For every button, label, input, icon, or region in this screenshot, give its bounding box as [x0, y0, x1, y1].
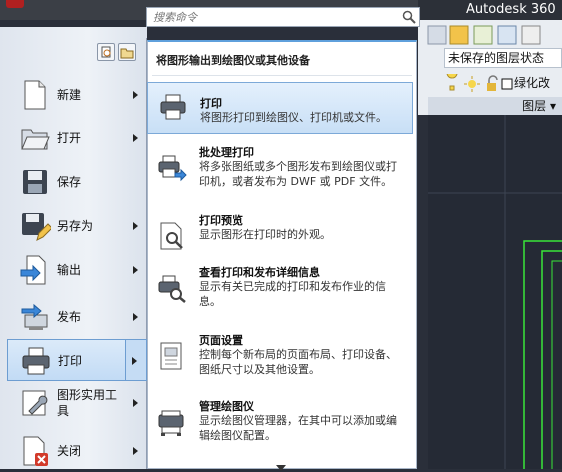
menu-item-plot[interactable]: 打印 — [7, 339, 147, 381]
plot-details-icon — [158, 275, 186, 303]
chevron-right-icon — [133, 134, 138, 142]
search-icon[interactable] — [401, 9, 417, 25]
printer-icon — [22, 347, 50, 375]
ribbon-tab-bar: Autodesk 360 — [418, 0, 562, 20]
search-input[interactable] — [151, 8, 401, 26]
menu-item-drawing-utilities[interactable]: 图形实用工具 — [7, 382, 147, 424]
export-icon — [20, 255, 46, 285]
layer-dropdown[interactable]: 绿化改 — [444, 67, 562, 93]
drawing-content — [428, 115, 562, 469]
layer-state-dropdown[interactable]: 未保存的图层状态 — [444, 48, 562, 68]
menu-item-open[interactable]: 打开 — [7, 117, 147, 159]
chevron-right-icon — [132, 357, 137, 365]
submenu-item-manage-plotters[interactable]: 管理绘图仪 显示绘图仪管理器，在其中可以添加或编辑绘图仪配置。 — [147, 398, 413, 450]
chevron-right-icon — [133, 222, 138, 230]
batch-plot-icon — [158, 155, 187, 182]
publish-icon — [21, 303, 48, 330]
layer-name: 绿化改 — [514, 76, 551, 90]
open-documents-icon[interactable] — [118, 43, 136, 61]
recent-documents-icon[interactable] — [97, 43, 115, 61]
chevron-right-icon — [133, 399, 138, 407]
layer-status-icons — [446, 67, 513, 92]
chevron-right-icon — [133, 447, 138, 455]
page-setup-icon — [160, 342, 182, 370]
chevron-right-icon — [133, 91, 138, 99]
open-folder-icon — [21, 129, 50, 150]
submenu-item-plot-details[interactable]: 查看打印和发布详细信息 显示有关已完成的打印和发布作业的信息。 — [147, 264, 413, 316]
submenu-item-plot-preview[interactable]: 打印预览 显示图形在打印时的外观。 — [147, 212, 413, 264]
submenu-title: 将图形输出到绘图仪或其他设备 — [156, 54, 310, 67]
plot-submenu: 将图形输出到绘图仪或其他设备 打印 将图形打印到绘图仪、打印机或文件。 批处理打… — [147, 40, 417, 471]
menu-item-close[interactable]: 关闭 — [7, 430, 147, 472]
plotter-manager-icon — [158, 410, 184, 436]
search-box — [146, 7, 420, 27]
menu-item-publish[interactable]: 发布 — [7, 296, 147, 338]
plot-preview-icon — [160, 222, 183, 250]
drawing-utilities-icon — [22, 390, 48, 416]
tab-autodesk-360[interactable]: Autodesk 360 — [466, 0, 556, 20]
chevron-right-icon — [133, 266, 138, 274]
save-as-icon — [22, 213, 51, 241]
menu-item-save-as[interactable]: 另存为 — [7, 205, 147, 247]
menu-item-save[interactable]: 保存 — [7, 161, 147, 203]
layer-panel-label: 图层 ▾ — [428, 97, 562, 115]
scroll-down-icon[interactable] — [276, 465, 286, 471]
submenu-divider — [152, 75, 412, 76]
drawing-canvas[interactable] — [428, 115, 562, 469]
submenu-item-page-setup[interactable]: 页面设置 控制每个新布局的页面布局、打印设备、图纸尺寸以及其他设置。 — [147, 332, 413, 384]
menu-item-export[interactable]: 输出 — [7, 249, 147, 291]
chevron-right-icon — [133, 313, 138, 321]
new-file-icon — [24, 80, 46, 110]
close-file-icon — [23, 436, 48, 466]
submenu-item-plot[interactable]: 打印 将图形打印到绘图仪、打印机或文件。 — [147, 82, 413, 134]
app-menu-button[interactable] — [6, 0, 24, 8]
save-disk-icon — [23, 170, 47, 194]
printer-icon — [160, 94, 186, 120]
menu-item-new[interactable]: 新建 — [7, 74, 147, 116]
submenu-item-batch-plot[interactable]: 批处理打印 将多张图纸或多个图形发布到绘图仪或打印机，或者发布为 DWF 或 P… — [147, 144, 413, 196]
